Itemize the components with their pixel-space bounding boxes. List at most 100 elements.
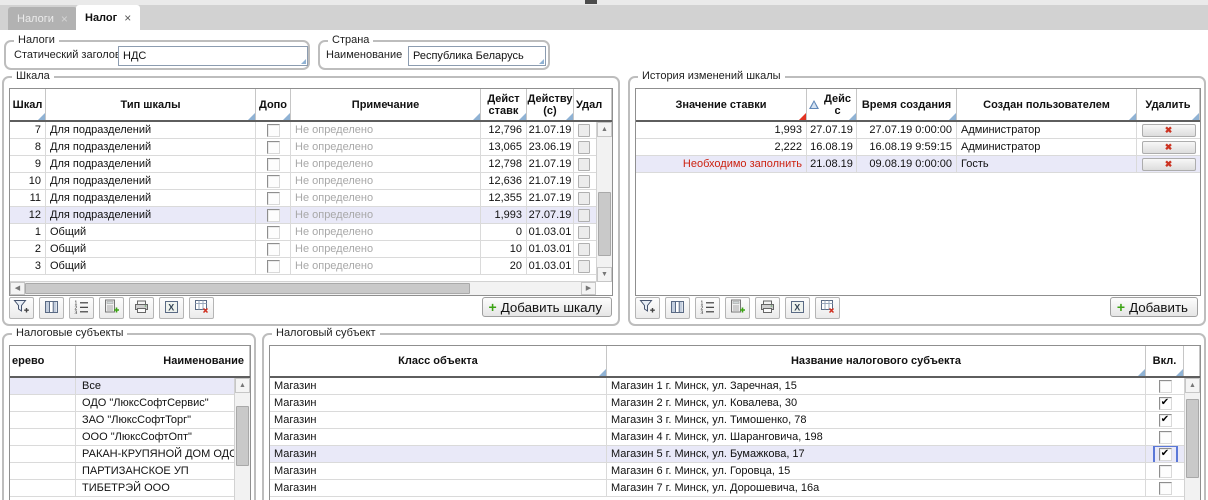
column-header[interactable]: Допо — [256, 89, 291, 120]
table-row[interactable]: 12Для подразделенийНе определено1,99327.… — [10, 207, 596, 224]
checkbox[interactable]: ✔ — [1159, 414, 1172, 427]
export-excel-button[interactable]: X — [159, 297, 184, 319]
column-header[interactable]: Наименование — [76, 346, 250, 376]
table-row[interactable]: МагазинМагазин 5 г. Минск, ул. Бумажкова… — [270, 446, 1184, 463]
checkbox[interactable] — [267, 260, 280, 273]
subject-detail-vscrollbar[interactable]: ▲ — [1184, 378, 1200, 500]
table-row[interactable]: ПАРТИЗАНСКОЕ УП — [10, 463, 234, 480]
table-row[interactable]: 7Для подразделенийНе определено12,79621.… — [10, 122, 596, 139]
table-row[interactable]: МагазинМагазин 6 г. Минск, ул. Горовца, … — [270, 463, 1184, 480]
column-header[interactable]: Создан пользователем — [957, 89, 1137, 120]
tab-nalogi[interactable]: Налоги × — [8, 7, 77, 30]
table-row[interactable]: МагазинМагазин 2 г. Минск, ул. Ковалева,… — [270, 395, 1184, 412]
filter-add-button[interactable] — [9, 297, 34, 319]
close-icon[interactable]: × — [61, 13, 68, 25]
table-row[interactable]: Все — [10, 378, 234, 395]
scroll-thumb[interactable] — [236, 406, 249, 466]
table-row[interactable]: 2,22216.08.1916.08.19 9:59:15Администрат… — [636, 139, 1200, 156]
checkbox[interactable] — [267, 226, 280, 239]
scroll-up-icon[interactable]: ▲ — [1185, 378, 1200, 393]
column-header[interactable]: Дейс с — [807, 89, 857, 120]
column-header[interactable]: Вкл. — [1146, 346, 1184, 376]
table-row[interactable]: ЗАО "ЛюксСофтТорг" — [10, 412, 234, 429]
scale-hscrollbar[interactable]: ◀ ▶ — [10, 281, 596, 295]
static-title-input[interactable]: НДС — [118, 46, 308, 66]
delete-row-button[interactable] — [578, 158, 590, 171]
delete-row-button[interactable] — [578, 141, 590, 154]
table-row[interactable]: МагазинМагазин 1 г. Минск, ул. Заречная,… — [270, 378, 1184, 395]
checkbox[interactable]: ✔ — [1159, 397, 1172, 410]
scale-vscrollbar[interactable]: ▲ ▼ — [596, 122, 612, 282]
table-clear-button[interactable] — [815, 297, 840, 319]
column-header[interactable] — [1184, 346, 1200, 376]
table-row[interactable]: 3ОбщийНе определено2001.03.01 — [10, 258, 596, 275]
checkbox[interactable] — [1159, 482, 1172, 495]
scroll-thumb[interactable] — [598, 192, 611, 256]
checkbox[interactable] — [267, 209, 280, 222]
column-header[interactable]: Удалить — [1137, 89, 1200, 120]
tab-nalog[interactable]: Налог × — [76, 5, 140, 30]
column-setup-button[interactable] — [665, 297, 690, 319]
column-header[interactable]: Примечание — [291, 89, 481, 120]
scroll-down-icon[interactable]: ▼ — [597, 267, 612, 282]
scroll-up-icon[interactable]: ▲ — [597, 122, 612, 137]
table-clear-button[interactable] — [189, 297, 214, 319]
calculator-add-button[interactable] — [725, 297, 750, 319]
print-button[interactable] — [129, 297, 154, 319]
table-row[interactable]: 8Для подразделенийНе определено13,06523.… — [10, 139, 596, 156]
delete-row-button[interactable] — [578, 260, 590, 273]
scroll-thumb[interactable] — [25, 283, 470, 294]
column-header[interactable]: Шкал — [10, 89, 46, 120]
checkbox[interactable] — [267, 124, 280, 137]
column-header[interactable]: Тип шкалы — [46, 89, 256, 120]
calculator-add-button[interactable] — [99, 297, 124, 319]
table-row[interactable]: 1,99327.07.1927.07.19 0:00:00Администрат… — [636, 122, 1200, 139]
delete-row-button[interactable] — [578, 175, 590, 188]
checkbox[interactable] — [267, 175, 280, 188]
column-header[interactable]: ерево — [10, 346, 76, 376]
checkbox[interactable] — [267, 243, 280, 256]
delete-row-button[interactable] — [578, 226, 590, 239]
table-row[interactable]: ООО "ЛюксСофтОпт" — [10, 429, 234, 446]
add-scale-button[interactable]: + Добавить шкалу — [482, 297, 612, 317]
checkbox[interactable] — [267, 192, 280, 205]
checkbox[interactable] — [267, 141, 280, 154]
add-history-button[interactable]: + Добавить — [1110, 297, 1198, 317]
delete-row-button[interactable] — [578, 243, 590, 256]
checkbox[interactable]: ✔ — [1159, 448, 1172, 461]
checkbox[interactable] — [1159, 380, 1172, 393]
delete-row-button[interactable]: ✖ — [1142, 141, 1196, 154]
export-excel-button[interactable]: X — [785, 297, 810, 319]
close-icon[interactable]: × — [124, 12, 131, 24]
table-row[interactable]: РАКАН-КРУПЯНОЙ ДОМ ОДО — [10, 446, 234, 463]
subjects-vscrollbar[interactable]: ▲ — [234, 378, 250, 500]
country-name-input[interactable]: Республика Беларусь — [408, 46, 546, 66]
filter-add-button[interactable] — [635, 297, 660, 319]
delete-row-button[interactable] — [578, 209, 590, 222]
table-row[interactable]: ТИБЕТРЭЙ ООО — [10, 480, 234, 497]
table-row[interactable]: МагазинМагазин 7 г. Минск, ул. Дорошевич… — [270, 480, 1184, 497]
table-row[interactable]: 11Для подразделенийНе определено12,35521… — [10, 190, 596, 207]
table-row[interactable]: МагазинМагазин 4 г. Минск, ул. Шарангови… — [270, 429, 1184, 446]
table-row[interactable]: ОДО "ЛюксСофтСервис" — [10, 395, 234, 412]
scroll-thumb[interactable] — [1186, 399, 1199, 477]
delete-row-button[interactable] — [578, 124, 590, 137]
table-row[interactable]: 1ОбщийНе определено001.03.01 — [10, 224, 596, 241]
table-row[interactable]: МагазинМагазин 3 г. Минск, ул. Тимошенко… — [270, 412, 1184, 429]
column-header[interactable]: Удал — [574, 89, 612, 120]
column-header[interactable]: Время создания — [857, 89, 957, 120]
column-header[interactable]: Значение ставки — [636, 89, 807, 120]
row-numbering-button[interactable]: 123 — [695, 297, 720, 319]
table-row[interactable]: Необходимо заполнить21.08.1909.08.19 0:0… — [636, 156, 1200, 173]
checkbox[interactable] — [1159, 465, 1172, 478]
print-button[interactable] — [755, 297, 780, 319]
scroll-right-icon[interactable]: ▶ — [581, 282, 596, 295]
delete-row-button[interactable]: ✖ — [1142, 158, 1196, 171]
checkbox[interactable] — [267, 158, 280, 171]
delete-row-button[interactable]: ✖ — [1142, 124, 1196, 137]
checkbox[interactable] — [1159, 431, 1172, 444]
table-row[interactable]: 2ОбщийНе определено1001.03.01 — [10, 241, 596, 258]
column-header[interactable]: Класс объекта — [270, 346, 607, 376]
row-numbering-button[interactable]: 123 — [69, 297, 94, 319]
column-header[interactable]: Дейст ставк — [481, 89, 527, 120]
